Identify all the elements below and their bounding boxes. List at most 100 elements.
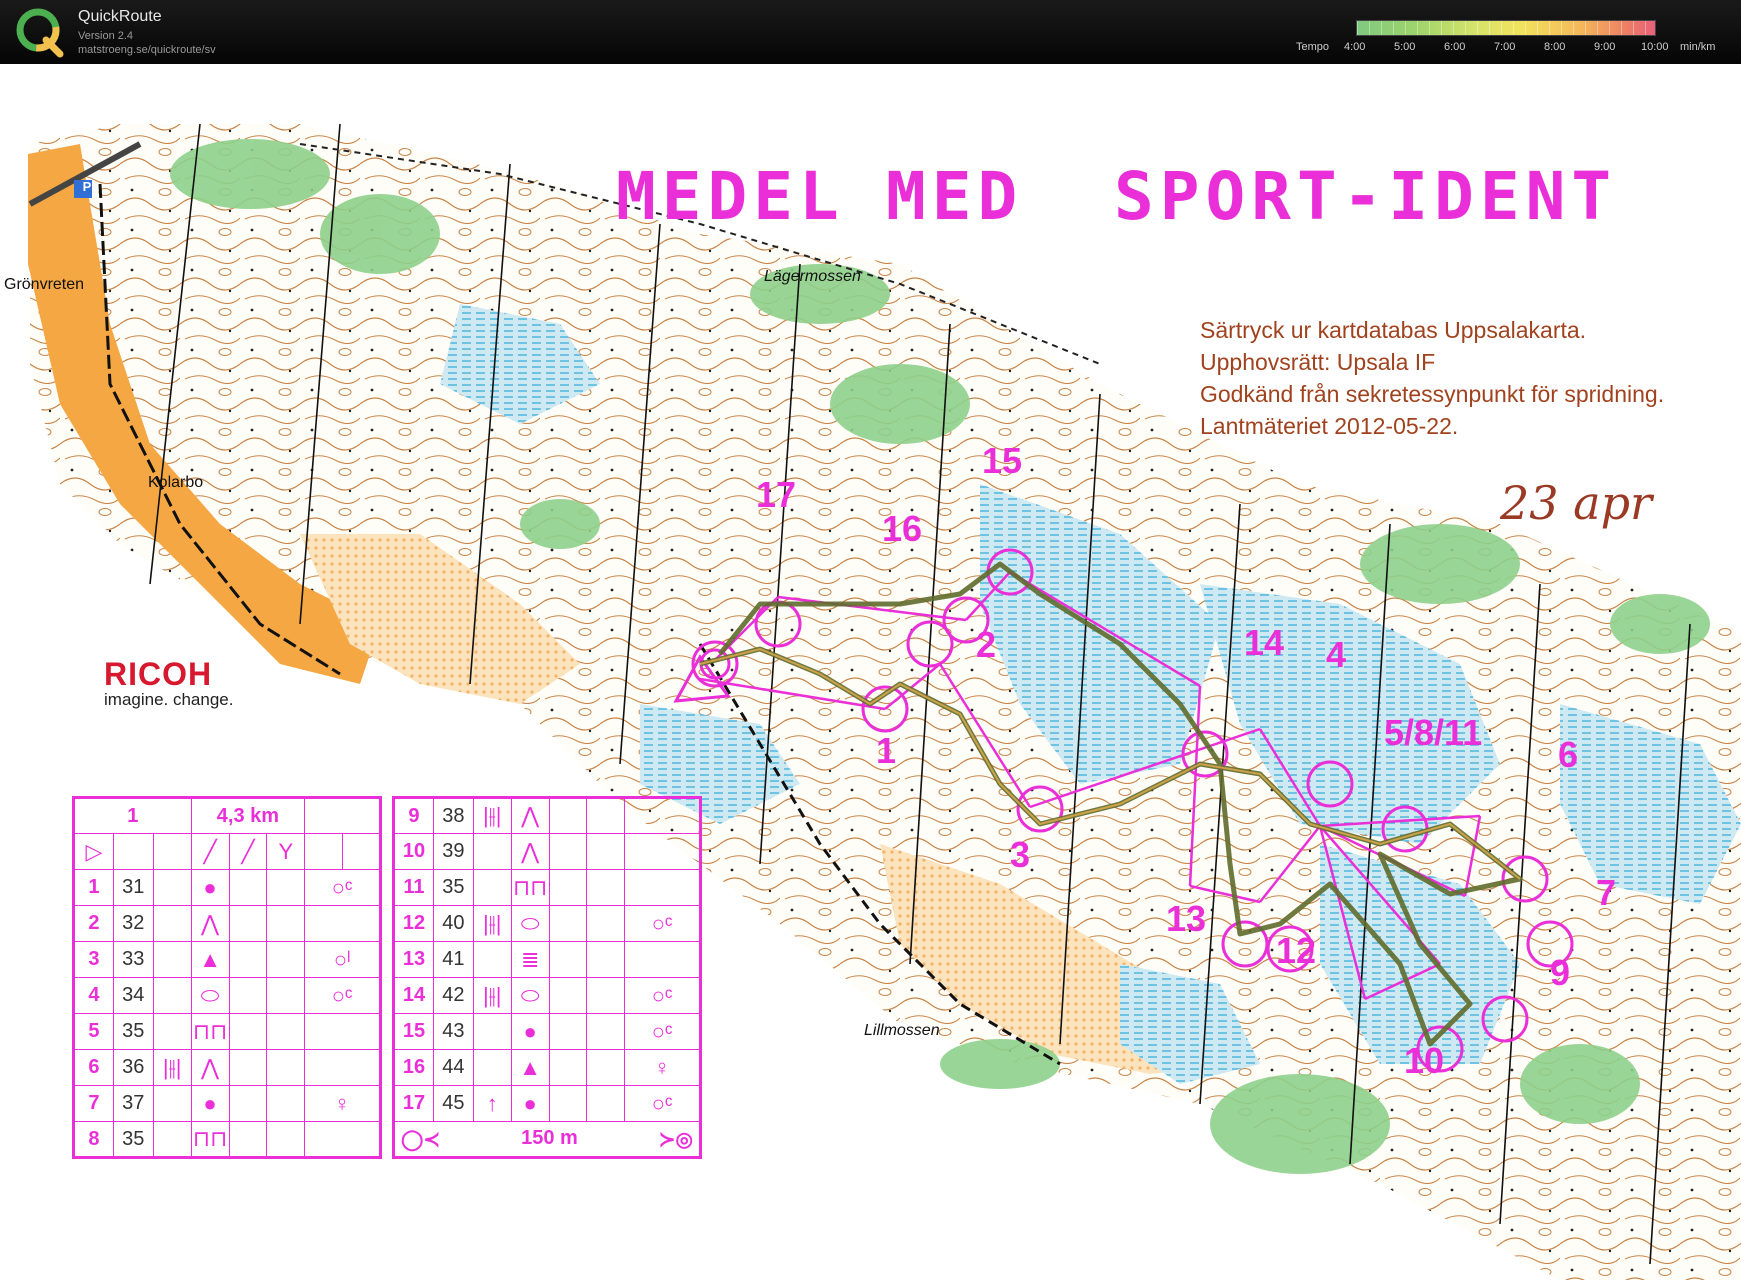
control-number[interactable]: 5/8/11: [1384, 712, 1482, 754]
control-number[interactable]: 14: [1244, 622, 1284, 664]
control-symbol: [586, 977, 626, 1014]
control-number[interactable]: 9: [1550, 952, 1570, 994]
control-symbol: [304, 1013, 381, 1050]
control-number[interactable]: 6: [1558, 734, 1578, 776]
control-description-row: 8 35 ⊓⊓: [73, 1121, 381, 1158]
control-description-row: 11 35 ⊓⊓: [393, 869, 701, 906]
control-description-row: 5 35 ⊓⊓: [73, 1013, 381, 1050]
control-code: 37: [112, 1085, 154, 1122]
control-symbol: [228, 1085, 268, 1122]
control-symbol: [304, 1121, 381, 1158]
control-code: 34: [112, 977, 154, 1014]
control-symbol: [624, 941, 701, 978]
control-code: 39: [432, 833, 474, 870]
control-symbol: ○ᶜ: [624, 1085, 701, 1122]
control-sequence-number: 17: [393, 1085, 434, 1122]
control-symbol: [152, 941, 192, 978]
control-description-row: 17 45 ↑ ● ○ᶜ: [393, 1085, 701, 1122]
control-symbol: [548, 833, 588, 870]
control-description-row: 3 33 ▲ ○ˡ: [73, 941, 381, 978]
control-symbol: [228, 1121, 268, 1158]
control-symbol: [586, 1013, 626, 1050]
control-sequence-number: 3: [73, 941, 114, 978]
app-version: Version 2.4: [78, 30, 134, 42]
control-sequence-number: 12: [393, 905, 434, 942]
control-number[interactable]: 16: [882, 508, 922, 550]
control-symbol: [548, 941, 588, 978]
control-symbol: [586, 1049, 626, 1086]
control-symbol: ●: [510, 1085, 550, 1122]
control-number[interactable]: 3: [1010, 834, 1030, 876]
sponsor-tagline: imagine. change.: [104, 690, 234, 709]
orienteering-map[interactable]: MEDEL MED SPORT-IDENT Grönvreten Kolarbo…: [0, 64, 1741, 1280]
control-symbol: [266, 1049, 306, 1086]
course-length: 4,3 km: [190, 797, 306, 834]
control-symbol: [228, 977, 268, 1014]
control-sequence-number: 6: [73, 1049, 114, 1086]
control-symbol: ⋀: [510, 833, 550, 870]
control-number[interactable]: 7: [1596, 872, 1616, 914]
control-symbol: ○ˡ: [304, 941, 381, 978]
control-number[interactable]: 15: [982, 440, 1022, 482]
control-symbol: [624, 797, 701, 834]
control-symbol: [228, 941, 268, 978]
slope-icon: ╱: [190, 833, 230, 870]
control-number[interactable]: 13: [1166, 898, 1206, 940]
control-description-row: 10 39 ⋀: [393, 833, 701, 870]
control-sequence-number: 15: [393, 1013, 434, 1050]
tempo-unit: min/km: [1680, 41, 1716, 53]
control-symbol: [586, 869, 626, 906]
finish-icon: ◯≺: [401, 1128, 441, 1151]
control-number[interactable]: 10: [1404, 1040, 1444, 1082]
control-symbol: [228, 869, 268, 906]
control-symbol: |⫲|: [472, 905, 512, 942]
app-title: QuickRoute: [78, 8, 162, 25]
control-symbol: ○ᶜ: [304, 977, 381, 1014]
control-symbol: ▲: [190, 941, 230, 978]
control-symbol: [624, 833, 701, 870]
tempo-tick: 8:00: [1544, 41, 1566, 53]
control-symbol: ⋀: [510, 797, 550, 834]
control-symbol: [266, 905, 306, 942]
control-description-row: 13 41 ≣: [393, 941, 701, 978]
control-symbol: ♀: [624, 1049, 701, 1086]
control-symbol: [624, 869, 701, 906]
control-sequence-number: 10: [393, 833, 434, 870]
control-number[interactable]: 17: [756, 474, 796, 516]
control-sequence-number: 1: [73, 869, 114, 906]
control-symbol: [586, 797, 626, 834]
control-symbol: [266, 1121, 306, 1158]
control-number[interactable]: 1: [876, 730, 896, 772]
control-symbol: [472, 941, 512, 978]
control-symbol: ⊓⊓: [510, 869, 550, 906]
map-title-word: SPORT-IDENT: [1114, 158, 1618, 235]
control-sequence-number: 16: [393, 1049, 434, 1086]
finish-distance: 150 m: [521, 1126, 578, 1149]
control-symbol: [304, 905, 381, 942]
control-number[interactable]: 4: [1326, 634, 1346, 676]
control-code: 41: [432, 941, 474, 978]
control-symbol: [266, 1013, 306, 1050]
map-credit-line: Godkänd från sekretessynpunkt för spridn…: [1200, 381, 1665, 407]
control-code: 44: [432, 1049, 474, 1086]
control-symbol: ↑: [472, 1085, 512, 1122]
course-number: 1: [73, 797, 192, 834]
control-description-row: 14 42 |⫲| ⬭ ○ᶜ: [393, 977, 701, 1014]
control-symbol: [228, 1049, 268, 1086]
place-label: Lägermossen: [764, 268, 861, 285]
control-description-table-right: 9 38 |⫲| ⋀ 10 39 ⋀ 11 35 ⊓⊓ 12 40 |⫲| ⬭ ○ᶜ 13 41 ≣ 14 42 |⫲|…: [392, 796, 702, 1159]
control-sequence-number: 8: [73, 1121, 114, 1158]
control-sequence-number: 2: [73, 905, 114, 942]
control-symbol: [586, 833, 626, 870]
tempo-tick: 4:00: [1344, 41, 1366, 53]
tempo-tick: 7:00: [1494, 41, 1516, 53]
control-number[interactable]: 2: [976, 624, 996, 666]
control-symbol: [472, 869, 512, 906]
control-symbol: ▲: [510, 1049, 550, 1086]
map-title-word: MEDEL: [616, 158, 845, 235]
control-number[interactable]: 12: [1276, 930, 1316, 972]
place-label: Lillmossen: [864, 1022, 940, 1039]
app-url: matstroeng.se/quickroute/sv: [78, 44, 216, 56]
control-symbol: ●: [510, 1013, 550, 1050]
handwritten-date: 23 apr: [1500, 476, 1653, 530]
